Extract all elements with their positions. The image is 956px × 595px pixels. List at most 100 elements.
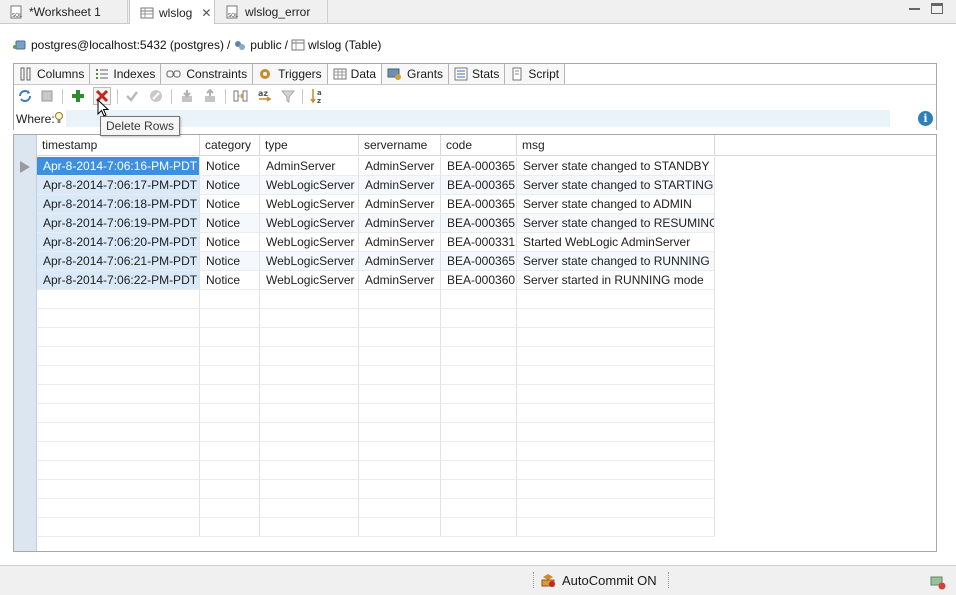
cell-category[interactable]: Notice [200,252,260,271]
empty-cell [37,499,200,518]
cell-type[interactable]: WebLogicServer [260,176,359,195]
grid-header: timestamp category type servername code … [37,135,936,156]
tab-wlslog-error[interactable]: SQL wlslog_error [216,0,328,24]
cell-servername[interactable]: AdminServer [359,157,441,176]
table-row[interactable]: Apr-8-2014-7:06:18-PM-PDT Notice WebLogi… [37,195,715,214]
breadcrumb-connection[interactable]: postgres@localhost:5432 (postgres) [31,38,224,52]
cell-category[interactable]: Notice [200,271,260,290]
cell-servername[interactable]: AdminServer [359,214,441,233]
info-icon[interactable]: i [918,111,933,126]
tab-stats[interactable]: Stats [449,64,506,84]
table-row[interactable]: Apr-8-2014-7:06:16-PM-PDT Notice AdminSe… [37,157,715,176]
data-grid[interactable]: timestamp category type servername code … [13,134,937,552]
table-row[interactable]: Apr-8-2014-7:06:17-PM-PDT Notice WebLogi… [37,176,715,195]
cell-type[interactable]: WebLogicServer [260,214,359,233]
filter-icon[interactable] [279,87,297,105]
cell-category[interactable]: Notice [200,214,260,233]
cell-timestamp[interactable]: Apr-8-2014-7:06:21-PM-PDT [37,252,200,271]
tab-triggers[interactable]: Triggers [253,64,328,84]
cell-servername[interactable]: AdminServer [359,176,441,195]
where-input[interactable] [66,110,890,127]
cell-msg[interactable]: Server state changed to RESUMING [517,214,715,233]
cell-servername[interactable]: AdminServer [359,271,441,290]
tab-constraints[interactable]: Constraints [161,64,254,84]
sort-az-icon[interactable]: az [309,87,327,105]
table-row[interactable]: Apr-8-2014-7:06:21-PM-PDT Notice WebLogi… [37,252,715,271]
toolbar-separator [225,89,226,104]
cell-type[interactable]: WebLogicServer [260,233,359,252]
cell-servername[interactable]: AdminServer [359,233,441,252]
connection-error-icon[interactable] [930,574,946,590]
sort-icon[interactable]: az [256,87,274,105]
column-header-category[interactable]: category [200,135,260,156]
cell-msg[interactable]: Server state changed to RUNNING [517,252,715,271]
tab-indexes[interactable]: Indexes [90,64,162,84]
column-header-type[interactable]: type [260,135,359,156]
breadcrumb-separator: / [226,38,231,52]
empty-cell [517,385,715,404]
breadcrumb-separator: / [284,38,288,52]
column-header-msg[interactable]: msg [517,135,715,156]
cell-code[interactable]: BEA-000365 [441,176,517,195]
cell-timestamp[interactable]: Apr-8-2014-7:06:19-PM-PDT [37,214,200,233]
cell-msg[interactable]: Server state changed to ADMIN [517,195,715,214]
cell-timestamp[interactable]: Apr-8-2014-7:06:22-PM-PDT [37,271,200,290]
cell-timestamp[interactable]: Apr-8-2014-7:06:16-PM-PDT [37,157,200,176]
table-row[interactable]: Apr-8-2014-7:06:19-PM-PDT Notice WebLogi… [37,214,715,233]
cell-category[interactable]: Notice [200,195,260,214]
autocommit-status[interactable]: AutoCommit ON [540,572,657,588]
tab-wlslog[interactable]: wlslog ✕ [129,0,215,25]
maximize-icon[interactable] [931,3,943,14]
cell-type[interactable]: WebLogicServer [260,195,359,214]
export-icon[interactable] [201,87,219,105]
cell-timestamp[interactable]: Apr-8-2014-7:06:17-PM-PDT [37,176,200,195]
cell-msg[interactable]: Started WebLogic AdminServer [517,233,715,252]
cell-code[interactable]: BEA-000331 [441,233,517,252]
tab-label: Data [350,67,377,81]
empty-cell [441,309,517,328]
empty-cell [200,347,260,366]
cell-msg[interactable]: Server state changed to STARTING [517,176,715,195]
refresh-icon[interactable] [16,87,34,105]
cell-category[interactable]: Notice [200,157,260,176]
cell-type[interactable]: AdminServer [260,157,359,176]
commit-icon[interactable] [123,87,141,105]
tab-data[interactable]: Data [327,64,383,84]
empty-cell [441,366,517,385]
stop-icon[interactable] [38,87,56,105]
breadcrumb-table[interactable]: wlslog (Table) [308,38,381,52]
cell-timestamp[interactable]: Apr-8-2014-7:06:18-PM-PDT [37,195,200,214]
column-header-timestamp[interactable]: timestamp [37,135,200,156]
insert-row-icon[interactable] [69,87,87,105]
freeze-columns-icon[interactable] [232,87,250,105]
minimize-icon[interactable] [908,3,922,17]
cell-code[interactable]: BEA-000365 [441,195,517,214]
cell-servername[interactable]: AdminServer [359,252,441,271]
rollback-icon[interactable] [147,87,165,105]
cell-type[interactable]: WebLogicServer [260,271,359,290]
close-icon[interactable]: ✕ [201,6,211,20]
tab-columns[interactable]: Columns [14,64,91,84]
tab-label: Columns [37,67,85,81]
table-row[interactable]: Apr-8-2014-7:06:20-PM-PDT Notice WebLogi… [37,233,715,252]
cell-msg[interactable]: Server state changed to STANDBY [517,157,715,176]
cell-type[interactable]: WebLogicServer [260,252,359,271]
cell-code[interactable]: BEA-000365 [441,157,517,176]
table-row[interactable]: Apr-8-2014-7:06:22-PM-PDT Notice WebLogi… [37,271,715,290]
empty-cell [359,423,441,442]
tab-grants[interactable]: Grants [382,64,450,84]
tab-script[interactable]: Script [505,64,566,84]
tab-worksheet-1[interactable]: SQL *Worksheet 1 [0,0,128,24]
breadcrumb-schema[interactable]: public [250,38,281,52]
cell-servername[interactable]: AdminServer [359,195,441,214]
column-header-servername[interactable]: servername [359,135,441,156]
column-header-code[interactable]: code [441,135,517,156]
cell-timestamp[interactable]: Apr-8-2014-7:06:20-PM-PDT [37,233,200,252]
cell-code[interactable]: BEA-000365 [441,214,517,233]
cell-msg[interactable]: Server started in RUNNING mode [517,271,715,290]
cell-category[interactable]: Notice [200,233,260,252]
cell-code[interactable]: BEA-000360 [441,271,517,290]
cell-category[interactable]: Notice [200,176,260,195]
import-icon[interactable] [178,87,196,105]
cell-code[interactable]: BEA-000365 [441,252,517,271]
